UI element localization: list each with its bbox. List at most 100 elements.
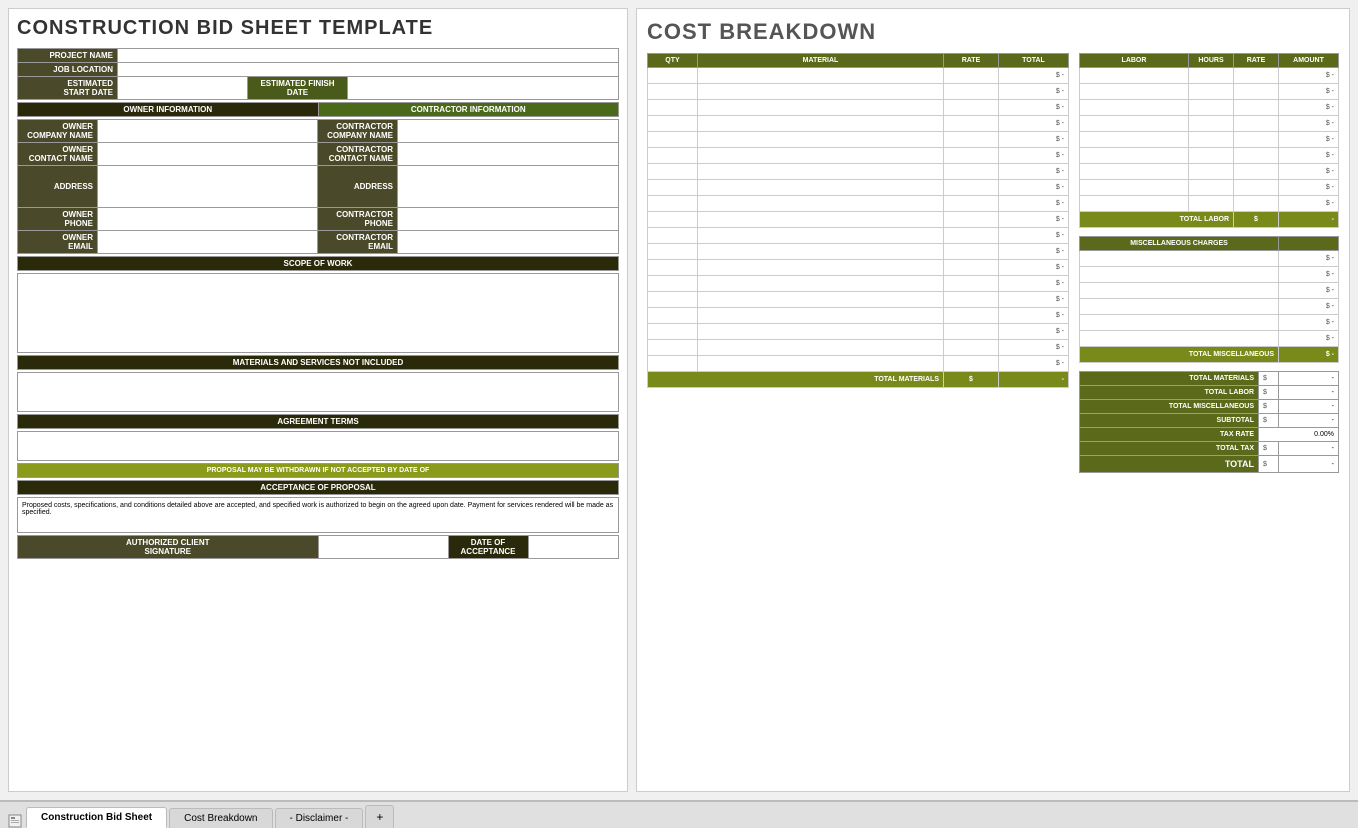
labor-row[interactable]: $ - <box>1080 180 1339 196</box>
agreement-area[interactable] <box>17 431 619 461</box>
mat-rate[interactable] <box>944 356 999 372</box>
misc-row[interactable]: $ - <box>1080 251 1339 267</box>
mat-qty[interactable] <box>648 84 698 100</box>
mat-rate[interactable] <box>944 340 999 356</box>
lab-rate[interactable] <box>1234 100 1279 116</box>
contractor-company-value[interactable] <box>398 120 619 143</box>
mat-rate[interactable] <box>944 324 999 340</box>
owner-phone-value[interactable] <box>98 208 318 231</box>
mat-qty[interactable] <box>648 244 698 260</box>
lab-labor[interactable] <box>1080 84 1189 100</box>
labor-row[interactable]: $ - <box>1080 196 1339 212</box>
material-row[interactable]: $ - <box>648 164 1069 180</box>
lab-rate[interactable] <box>1234 164 1279 180</box>
mat-qty[interactable] <box>648 132 698 148</box>
misc-row[interactable]: $ - <box>1080 267 1339 283</box>
materials-area[interactable] <box>17 372 619 412</box>
mat-material[interactable] <box>698 340 944 356</box>
lab-rate[interactable] <box>1234 84 1279 100</box>
mat-rate[interactable] <box>944 212 999 228</box>
material-row[interactable]: $ - <box>648 212 1069 228</box>
mat-material[interactable] <box>698 180 944 196</box>
mat-qty[interactable] <box>648 292 698 308</box>
mat-material[interactable] <box>698 260 944 276</box>
misc-desc[interactable] <box>1080 283 1279 299</box>
lab-labor[interactable] <box>1080 196 1189 212</box>
mat-rate[interactable] <box>944 148 999 164</box>
labor-row[interactable]: $ - <box>1080 148 1339 164</box>
job-location-value[interactable] <box>118 63 619 77</box>
lab-hours[interactable] <box>1189 196 1234 212</box>
material-row[interactable]: $ - <box>648 100 1069 116</box>
mat-material[interactable] <box>698 100 944 116</box>
mat-material[interactable] <box>698 324 944 340</box>
mat-rate[interactable] <box>944 244 999 260</box>
mat-qty[interactable] <box>648 196 698 212</box>
mat-rate[interactable] <box>944 100 999 116</box>
date-value[interactable] <box>528 536 619 559</box>
material-row[interactable]: $ - <box>648 228 1069 244</box>
labor-row[interactable]: $ - <box>1080 116 1339 132</box>
owner-company-value[interactable] <box>98 120 318 143</box>
finish-date-value[interactable] <box>348 77 619 100</box>
mat-qty[interactable] <box>648 148 698 164</box>
lab-hours[interactable] <box>1189 164 1234 180</box>
material-row[interactable]: $ - <box>648 84 1069 100</box>
lab-rate[interactable] <box>1234 68 1279 84</box>
mat-rate[interactable] <box>944 68 999 84</box>
contractor-phone-value[interactable] <box>398 208 619 231</box>
mat-material[interactable] <box>698 68 944 84</box>
mat-rate[interactable] <box>944 276 999 292</box>
mat-qty[interactable] <box>648 100 698 116</box>
mat-qty[interactable] <box>648 356 698 372</box>
material-row[interactable]: $ - <box>648 196 1069 212</box>
mat-rate[interactable] <box>944 260 999 276</box>
mat-material[interactable] <box>698 308 944 324</box>
mat-rate[interactable] <box>944 164 999 180</box>
lab-rate[interactable] <box>1234 196 1279 212</box>
material-row[interactable]: $ - <box>648 260 1069 276</box>
misc-row[interactable]: $ - <box>1080 283 1339 299</box>
mat-qty[interactable] <box>648 228 698 244</box>
mat-rate[interactable] <box>944 228 999 244</box>
mat-qty[interactable] <box>648 68 698 84</box>
material-row[interactable]: $ - <box>648 132 1069 148</box>
lab-hours[interactable] <box>1189 180 1234 196</box>
mat-qty[interactable] <box>648 116 698 132</box>
material-row[interactable]: $ - <box>648 244 1069 260</box>
scope-area[interactable] <box>17 273 619 353</box>
material-row[interactable]: $ - <box>648 148 1069 164</box>
material-row[interactable]: $ - <box>648 324 1069 340</box>
mat-qty[interactable] <box>648 324 698 340</box>
lab-hours[interactable] <box>1189 116 1234 132</box>
owner-contact-value[interactable] <box>98 143 318 166</box>
lab-rate[interactable] <box>1234 180 1279 196</box>
labor-row[interactable]: $ - <box>1080 84 1339 100</box>
tab-add-button[interactable]: + <box>365 805 394 828</box>
misc-row[interactable]: $ - <box>1080 331 1339 347</box>
tab-disclaimer[interactable]: - Disclaimer - <box>275 808 364 828</box>
misc-row[interactable]: $ - <box>1080 315 1339 331</box>
contractor-contact-value[interactable] <box>398 143 619 166</box>
lab-labor[interactable] <box>1080 148 1189 164</box>
lab-labor[interactable] <box>1080 116 1189 132</box>
mat-material[interactable] <box>698 84 944 100</box>
misc-desc[interactable] <box>1080 267 1279 283</box>
mat-material[interactable] <box>698 356 944 372</box>
labor-row[interactable]: $ - <box>1080 100 1339 116</box>
mat-material[interactable] <box>698 116 944 132</box>
lab-hours[interactable] <box>1189 132 1234 148</box>
mat-material[interactable] <box>698 164 944 180</box>
lab-rate[interactable] <box>1234 132 1279 148</box>
mat-qty[interactable] <box>648 164 698 180</box>
lab-labor[interactable] <box>1080 68 1189 84</box>
material-row[interactable]: $ - <box>648 180 1069 196</box>
misc-desc[interactable] <box>1080 315 1279 331</box>
lab-rate[interactable] <box>1234 148 1279 164</box>
mat-material[interactable] <box>698 132 944 148</box>
sum-taxrate-value[interactable]: 0.00% <box>1259 428 1339 442</box>
misc-desc[interactable] <box>1080 251 1279 267</box>
material-row[interactable]: $ - <box>648 308 1069 324</box>
mat-rate[interactable] <box>944 180 999 196</box>
tab-cost-breakdown[interactable]: Cost Breakdown <box>169 808 272 828</box>
